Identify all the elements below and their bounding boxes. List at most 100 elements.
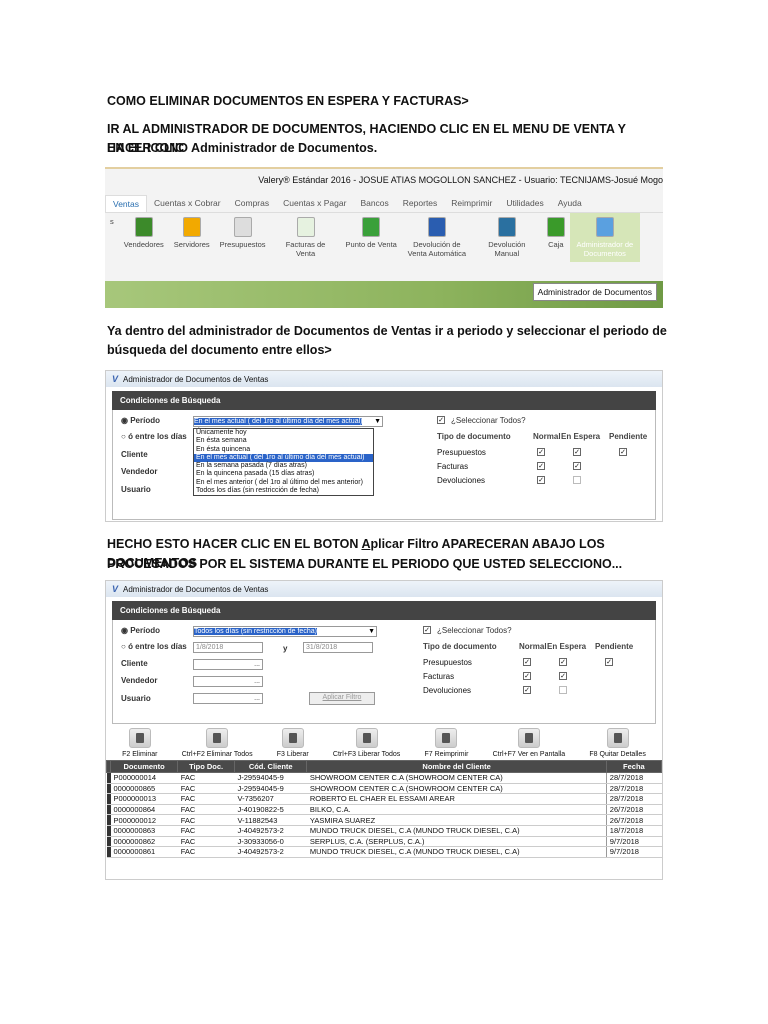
table-row[interactable]: P000000013 FAC V-7356207 ROBERTO EL CHAER E…: [106, 793, 662, 805]
period-select[interactable]: Todos los días (sin restricción de fecha…: [193, 626, 377, 637]
ribbon-label: Devolución Manual: [488, 240, 526, 258]
ribbon-icon: [546, 217, 565, 237]
dropdown-option[interactable]: En ésta quincena: [194, 446, 373, 454]
ribbon-icon: [595, 217, 614, 237]
column-header[interactable]: Nombre del Cliente: [306, 760, 607, 773]
date-to-input[interactable]: 31/8/2018: [303, 642, 373, 653]
devoluciones-label: Devoluciones: [437, 476, 486, 485]
facturas-checkbox[interactable]: ✓: [573, 462, 581, 470]
tab-6[interactable]: Reimprimir: [444, 195, 499, 212]
aplicar-filtro-button[interactable]: Aplicar Filtro: [309, 692, 375, 705]
devoluciones-checkbox[interactable]: ✓: [537, 476, 545, 484]
chevron-down-icon: ▼: [374, 418, 381, 425]
table-row[interactable]: P000000014 FAC J-29594045-9 SHOWROOM CENTER…: [106, 772, 662, 784]
devoluciones-checkbox[interactable]: ✓: [523, 686, 531, 694]
ribbon-label: Presupuestos: [219, 240, 266, 249]
column-header[interactable]: Fecha: [605, 760, 662, 773]
table-cell: FAC: [177, 814, 235, 826]
presupuestos-checkbox[interactable]: ✓: [573, 448, 581, 456]
ribbon-button[interactable]: Devolución de Venta Automática: [402, 213, 472, 262]
dropdown-option[interactable]: En ésta semana: [194, 437, 373, 445]
normal-header: Normal: [533, 432, 561, 441]
presupuestos-checkbox[interactable]: ✓: [559, 658, 567, 666]
toolbar-label: F2 Eliminar: [122, 751, 158, 758]
presupuestos-checkbox[interactable]: ✓: [537, 448, 545, 456]
toolbar-button[interactable]: F8 Quitar Detalles: [589, 728, 646, 758]
table-cell: J-29594045-9: [234, 783, 307, 795]
toolbar-button[interactable]: Ctrl+F2 Eliminar Todos: [182, 728, 253, 758]
radio-periodo[interactable]: ◉ Período: [121, 626, 160, 635]
ribbon-label: Devolución de Venta Automática: [407, 240, 467, 258]
select-all-label: ¿Seleccionar Todos?: [437, 626, 512, 635]
toolbar-button[interactable]: F3 Liberar: [277, 728, 309, 758]
select-all-checkbox[interactable]: ✓: [437, 416, 445, 424]
table-row[interactable]: 0000000863 FAC J-40492573-2 MUNDO TRUCK DIE…: [106, 825, 662, 837]
dropdown-option[interactable]: En el mes actual ( del 1ro al último día…: [194, 453, 373, 463]
toolbar-button[interactable]: Ctrl+F7 Ver en Pantalla: [493, 728, 565, 758]
ribbon-button[interactable]: Devolución Manual: [472, 213, 542, 262]
tab-3[interactable]: Cuentas x Pagar: [276, 195, 353, 212]
facturas-checkbox[interactable]: ✓: [537, 462, 545, 470]
presupuestos-checkbox[interactable]: ✓: [523, 658, 531, 666]
tab-5[interactable]: Reportes: [396, 195, 445, 212]
facturas-label: Facturas: [423, 672, 455, 681]
cliente-input[interactable]: ...: [193, 659, 263, 670]
table-row[interactable]: 0000000862 FAC J-30933056-0 SERPLUS, C.A. (…: [106, 836, 662, 848]
dropdown-option[interactable]: Únicamente hoy: [194, 429, 373, 437]
usuario-input[interactable]: ...: [193, 693, 263, 704]
y-label: y: [283, 644, 288, 653]
presupuestos-checkbox[interactable]: ✓: [605, 658, 613, 666]
toolbar-button[interactable]: F2 Eliminar: [122, 728, 158, 758]
table-cell: FAC: [177, 804, 235, 816]
date-from-input[interactable]: 1/8/2018: [193, 642, 263, 653]
table-row[interactable]: 0000000861 FAC J-40492573-2 MUNDO TRUCK DIE…: [106, 846, 662, 858]
ribbon-button[interactable]: s: [105, 213, 119, 230]
radio-entre[interactable]: ○ ó entre los días: [121, 432, 187, 441]
radio-entre[interactable]: ○ ó entre los días: [121, 642, 187, 651]
table-row[interactable]: P000000012 FAC V-11882543 YASMIRA SUAREZ 26/…: [106, 814, 662, 826]
ribbon-button[interactable]: Administrador de Documentos: [569, 213, 640, 262]
tab-4[interactable]: Bancos: [353, 195, 395, 212]
facturas-checkbox[interactable]: ✓: [559, 672, 567, 680]
step1-line2: EN EL ICONO Administrador de Documentos.: [107, 141, 378, 155]
presupuestos-checkbox[interactable]: ✓: [619, 448, 627, 456]
dropdown-option[interactable]: En el mes anterior ( del 1ro al último d…: [194, 479, 373, 487]
ribbon-button[interactable]: Vendedores: [119, 213, 169, 253]
tab-0[interactable]: Ventas: [105, 195, 147, 212]
table-cell: 0000000862: [110, 836, 178, 848]
table-cell: P000000013: [110, 793, 178, 805]
column-header[interactable]: Tipo Doc.: [177, 760, 235, 773]
vendedor-label: Vendedor: [121, 676, 158, 685]
select-all-checkbox[interactable]: ✓: [423, 626, 431, 634]
period-select[interactable]: En el mes actual ( del 1ro al último día…: [193, 416, 383, 427]
ribbon-button[interactable]: Facturas de Venta: [271, 213, 341, 262]
dropdown-option[interactable]: En la semana pasada (7 días atras): [194, 462, 373, 470]
app-title: Valery® Estándar 2016 - JOSUE ATIAS MOGO…: [258, 175, 663, 185]
column-header[interactable]: Documento: [109, 760, 179, 773]
table-cell: 26/7/2018: [605, 814, 662, 826]
toolbar-button[interactable]: F7 Reimprimir: [424, 728, 468, 758]
radio-periodo[interactable]: ◉ Período: [121, 416, 160, 425]
devoluciones-checkbox[interactable]: [559, 686, 567, 694]
tab-7[interactable]: Utilidades: [499, 195, 550, 212]
pendiente-header: Pendiente: [595, 642, 634, 651]
toolbar-button[interactable]: Ctrl+F3 Liberar Todos: [333, 728, 400, 758]
ribbon-button[interactable]: Presupuestos: [215, 213, 271, 253]
tab-8[interactable]: Ayuda: [551, 195, 589, 212]
table-cell: 18/7/2018: [605, 825, 662, 837]
table-row[interactable]: 0000000864 FAC J-40190822-5 BILKO, C.A. 26/7…: [106, 804, 662, 816]
ribbon-button[interactable]: Punto de Venta: [341, 213, 402, 253]
column-header[interactable]: Cód. Cliente: [233, 760, 308, 773]
ribbon-icon: [362, 217, 381, 237]
facturas-checkbox[interactable]: ✓: [523, 672, 531, 680]
ribbon-button[interactable]: Caja: [542, 213, 570, 253]
tab-1[interactable]: Cuentas x Cobrar: [147, 195, 228, 212]
tab-2[interactable]: Compras: [228, 195, 276, 212]
dropdown-option[interactable]: En la quincena pasada (15 días atras): [194, 470, 373, 478]
dropdown-option[interactable]: Todos los días (sin restricción de fecha…: [194, 487, 373, 495]
devoluciones-checkbox[interactable]: [573, 476, 581, 484]
vendedor-input[interactable]: ...: [193, 676, 263, 687]
table-row[interactable]: 0000000865 FAC J-29594045-9 SHOWROOM CENTER…: [106, 783, 662, 795]
admin-window-results: V Administrador de Documentos de Ventas C…: [105, 580, 663, 880]
ribbon-button[interactable]: Servidores: [169, 213, 215, 253]
